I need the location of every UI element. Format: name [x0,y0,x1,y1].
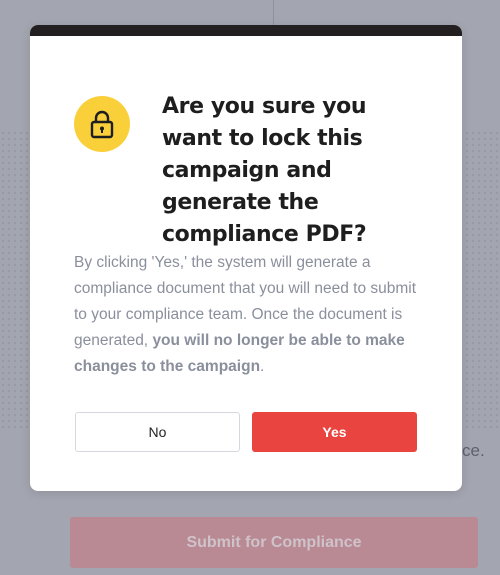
lock-icon [74,96,130,152]
dialog-top-bar [30,25,462,36]
background-text-fragment: ce. [462,441,485,460]
dialog-title: Are you sure you want to lock this campa… [162,94,367,247]
background-divider [273,0,274,25]
dialog-message-end: . [260,358,265,375]
confirm-lock-dialog: Are you sure you want to lock this campa… [30,25,462,491]
submit-for-compliance-button: Submit for Compliance [70,517,478,568]
no-button[interactable]: No [75,412,240,452]
dialog-message: By clicking 'Yes,' the system will gener… [74,250,419,380]
yes-button[interactable]: Yes [252,412,417,452]
